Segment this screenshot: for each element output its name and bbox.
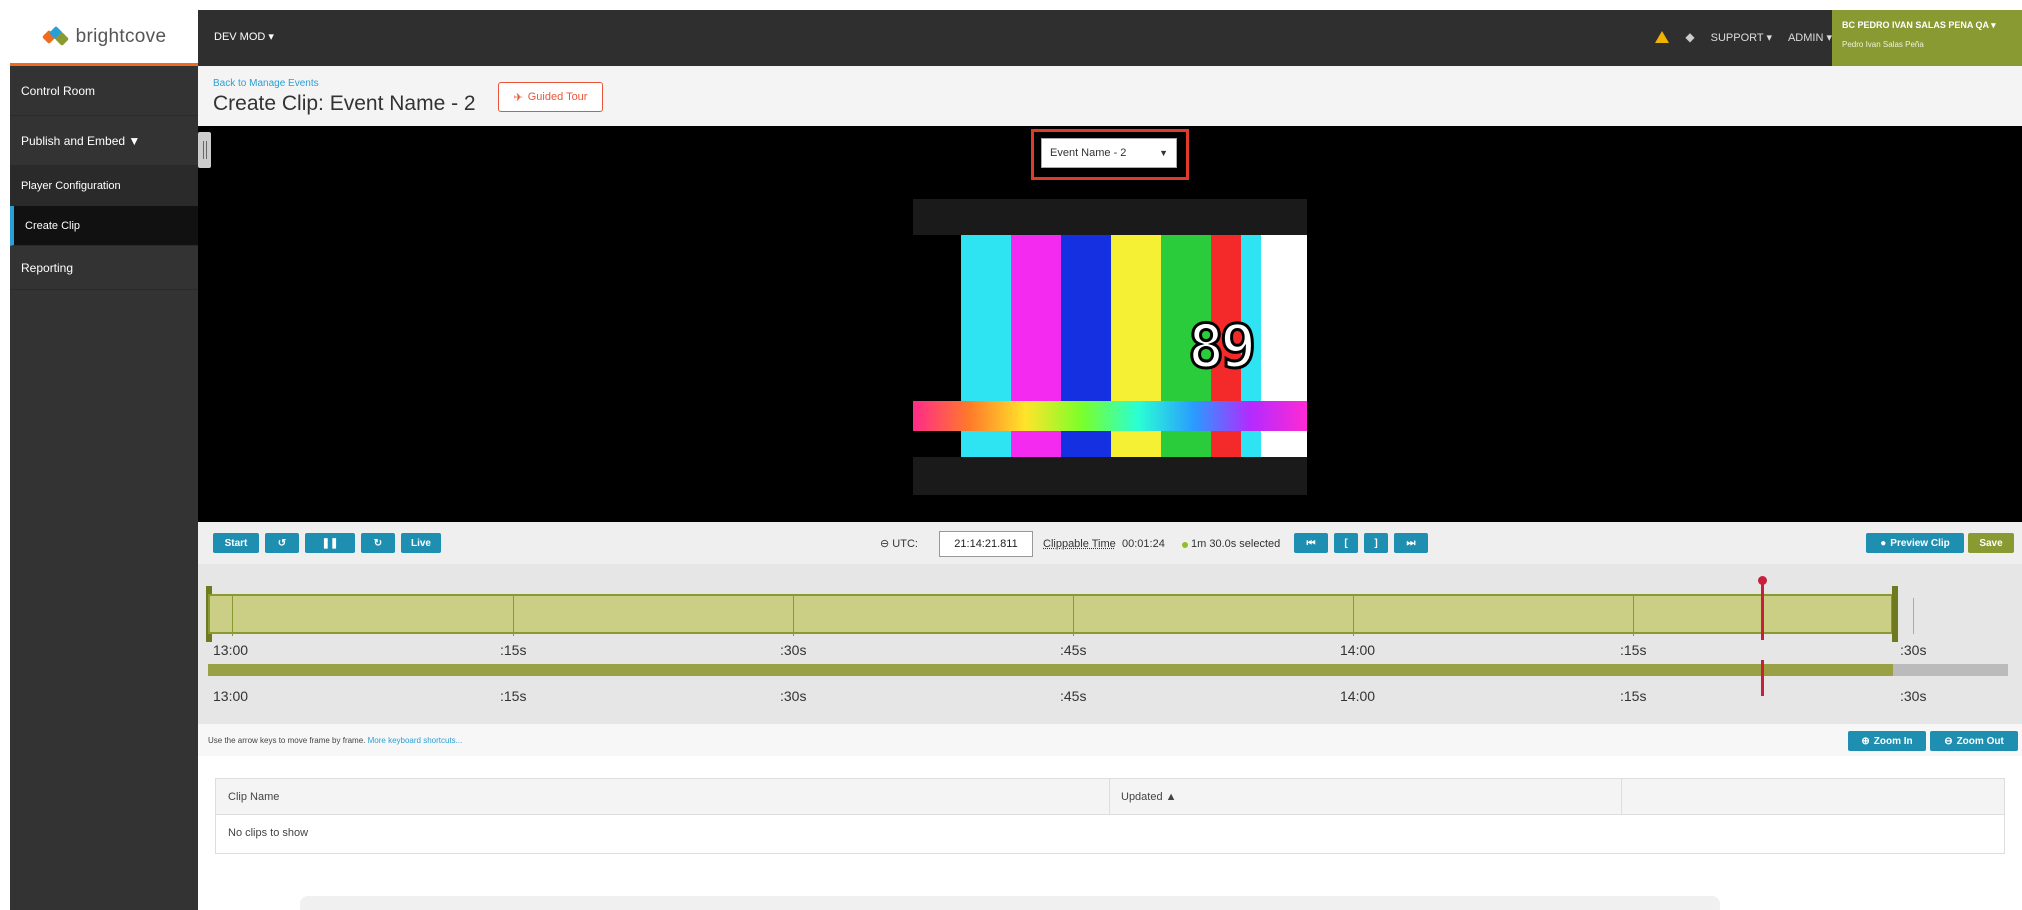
- table-header: Clip Name Updated ▲: [216, 779, 2004, 815]
- account-menu[interactable]: BC PEDRO IVAN SALAS PENA QA ▾ Pedro Ivan…: [1832, 10, 2022, 66]
- clippable-time-label: Clippable Time: [1043, 538, 1116, 550]
- sidebar-item-control-room[interactable]: Control Room: [10, 66, 198, 116]
- overview-label: :30s: [780, 688, 807, 704]
- jump-end-icon[interactable]: ⏭: [1394, 533, 1428, 553]
- account-user: Pedro Ivan Salas Peña: [1842, 40, 1924, 49]
- overview-playhead-marker: [1761, 660, 1764, 696]
- overview-label: :15s: [1620, 688, 1647, 704]
- timeline-selection-track[interactable]: [208, 594, 1893, 636]
- brand-logo[interactable]: brightcove: [10, 10, 198, 66]
- warning-icon[interactable]: [1655, 31, 1670, 43]
- overview-label: :15s: [500, 688, 527, 704]
- out-point-handle[interactable]: [1892, 586, 1898, 642]
- send-icon: ✈: [513, 91, 523, 104]
- back-link[interactable]: Back to Manage Events: [213, 78, 319, 89]
- timeline-label: :15s: [500, 642, 527, 658]
- hint-row: Use the arrow keys to move frame by fram…: [198, 724, 2022, 756]
- column-clip-name[interactable]: Clip Name: [228, 791, 279, 803]
- selected-duration: 1m 30.0s selected: [1191, 538, 1281, 550]
- forward-icon[interactable]: ↻: [361, 533, 395, 553]
- event-select[interactable]: Event Name - 2 ▼: [1041, 138, 1177, 168]
- top-navbar: DEV MOD ▾ ◆ SUPPORT ▾ ADMIN ▾ BC PEDRO I…: [198, 10, 2022, 66]
- page-title: Create Clip: Event Name - 2: [213, 92, 476, 115]
- sidebar-toggle-handle[interactable]: [198, 132, 211, 168]
- live-button[interactable]: Live: [401, 533, 441, 553]
- clippable-time-value: 00:01:24: [1122, 538, 1165, 550]
- dropdown-arrow-icon: ▼: [1159, 148, 1168, 158]
- overview-label: 13:00: [213, 688, 249, 704]
- zoom-in-button[interactable]: ⊕ Zoom In: [1848, 731, 1926, 751]
- timeline-overview-track[interactable]: [208, 664, 1893, 676]
- playhead-marker: [1761, 582, 1764, 640]
- countdown-digits: 89: [1187, 312, 1258, 382]
- set-in-point-icon[interactable]: [: [1334, 533, 1358, 553]
- empty-message: No clips to show: [228, 827, 309, 839]
- overview-label: 14:00: [1340, 688, 1376, 704]
- preview-clip-button[interactable]: ● Preview Clip: [1866, 533, 1964, 553]
- timeline-label: 13:00: [213, 642, 249, 658]
- keyboard-shortcuts-link[interactable]: More keyboard shortcuts...: [368, 736, 463, 745]
- clock-icon: ⊖: [880, 538, 890, 550]
- save-button[interactable]: Save: [1968, 533, 2014, 553]
- guided-tour-button[interactable]: ✈ Guided Tour: [498, 82, 603, 112]
- utc-time-input[interactable]: 21:14:21.811: [939, 531, 1033, 557]
- zoom-out-button[interactable]: ⊖ Zoom Out: [1930, 731, 2018, 751]
- start-button[interactable]: Start: [213, 533, 259, 553]
- logo-text: brightcove: [75, 25, 167, 47]
- page-header: Back to Manage Events Create Clip: Event…: [198, 66, 2022, 126]
- video-player[interactable]: Event Name - 2 ▼ 89: [198, 126, 2022, 522]
- clip-controls: Start ↺ ❚❚ ↻ Live ⊖ UTC: 21:14:21.811 Cl…: [198, 522, 2022, 564]
- notification-icon[interactable]: ◆: [1685, 30, 1694, 44]
- overview-label: :30s: [1900, 688, 1927, 704]
- org-menu[interactable]: DEV MOD ▾: [214, 30, 274, 43]
- rewind-icon[interactable]: ↺: [265, 533, 299, 553]
- pause-icon[interactable]: ❚❚: [305, 533, 355, 553]
- brightcove-logo-icon: [41, 25, 70, 48]
- test-card-image: 89: [913, 199, 1307, 495]
- sidebar-item-reporting[interactable]: Reporting: [10, 246, 198, 290]
- support-menu[interactable]: SUPPORT ▾: [1711, 31, 1772, 44]
- timeline-label: :30s: [780, 642, 807, 658]
- timeline[interactable]: 13:00 :15s :30s :45s 14:00 :15s :30s 13:…: [198, 564, 2022, 724]
- sidebar-item-publish-embed[interactable]: Publish and Embed ▼: [10, 116, 198, 166]
- timeline-label: :15s: [1620, 642, 1647, 658]
- overview-label: :45s: [1060, 688, 1087, 704]
- jump-start-icon[interactable]: ⏮: [1294, 533, 1328, 553]
- zoom-out-icon: ⊖: [1944, 735, 1953, 747]
- app-frame: brightcove DEV MOD ▾ ◆ SUPPORT ▾ ADMIN ▾…: [10, 10, 2022, 910]
- sidebar: Control Room Publish and Embed ▼ Player …: [10, 66, 198, 910]
- timeline-label: 14:00: [1340, 642, 1376, 658]
- timeline-label: :30s: [1900, 642, 1927, 658]
- clips-table: Clip Name Updated ▲ No clips to show: [215, 778, 2005, 854]
- sidebar-item-player-configuration[interactable]: Player Configuration: [10, 166, 198, 206]
- set-out-point-icon[interactable]: ]: [1364, 533, 1388, 553]
- utc-label: ⊖ UTC:: [880, 538, 918, 550]
- keyboard-hint: Use the arrow keys to move frame by fram…: [208, 736, 463, 745]
- play-icon: ●: [1880, 537, 1887, 549]
- selected-dot-icon: [1182, 542, 1188, 548]
- sidebar-item-create-clip[interactable]: Create Clip: [10, 206, 198, 246]
- zoom-in-icon: ⊕: [1861, 735, 1870, 747]
- timeline-label: :45s: [1060, 642, 1087, 658]
- admin-menu[interactable]: ADMIN ▾: [1788, 31, 1832, 44]
- column-updated[interactable]: Updated ▲: [1121, 791, 1177, 803]
- account-name: BC PEDRO IVAN SALAS PENA QA ▾: [1842, 20, 1996, 30]
